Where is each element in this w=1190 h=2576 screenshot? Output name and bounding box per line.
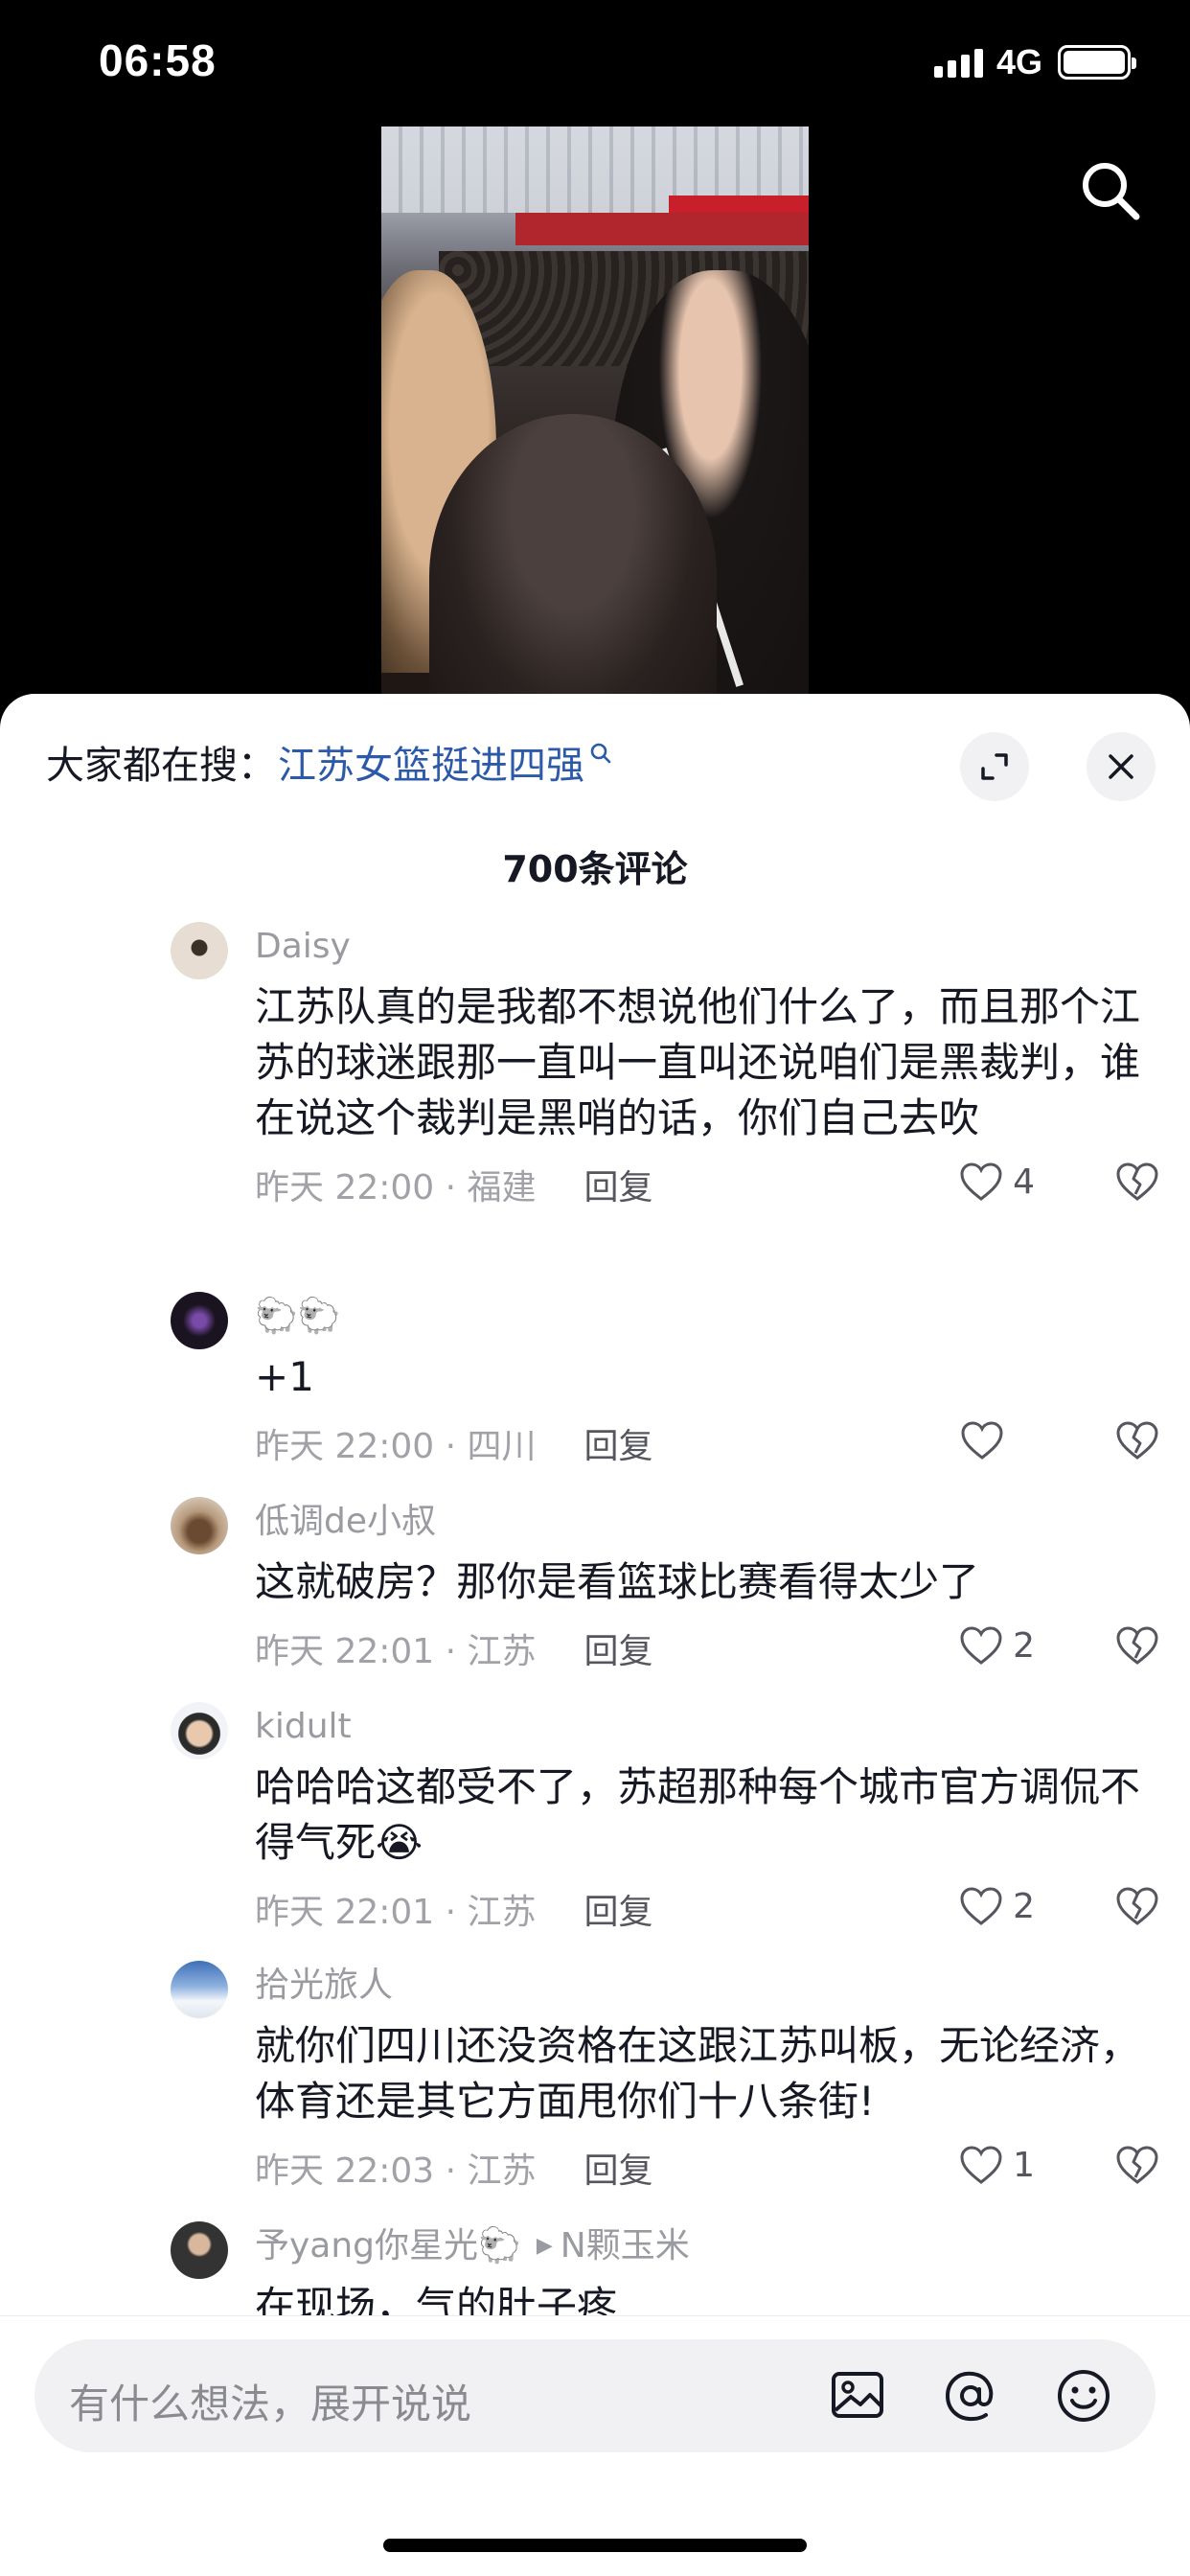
comment-meta: 昨天 22:00 · 四川 回复: [255, 1414, 1158, 1472]
comment-username[interactable]: 低调de小叔: [255, 1497, 1140, 1547]
avatar[interactable]: [171, 1702, 228, 1760]
reply-arrow-icon: ▶: [536, 2234, 553, 2258]
comment-meta: 昨天 22:01 · 江苏 回复 2: [255, 1880, 1158, 1938]
reply-target[interactable]: N颗玉米: [561, 2221, 690, 2271]
heart-icon: [959, 1886, 1003, 1926]
comment-time-location: 昨天 22:00 · 福建: [255, 1168, 537, 1208]
broken-heart-icon[interactable]: [1115, 1625, 1159, 1666]
battery-icon: [1058, 45, 1136, 80]
heart-icon: [960, 1420, 1004, 1460]
comment-meta: 昨天 22:03 · 江苏 回复 1: [255, 2139, 1158, 2196]
like-count: 4: [1013, 1162, 1035, 1202]
comment-username[interactable]: 予yang你星光🐑 ▶ N颗玉米: [255, 2221, 1140, 2271]
broken-heart-icon[interactable]: [1115, 1886, 1159, 1926]
like-count: 2: [1013, 1886, 1035, 1926]
broken-heart-icon[interactable]: [1115, 1420, 1159, 1460]
comment-sheet: 大家都在搜： 江苏女篮挺进四强 700条评论 Daisy 江苏队真的是我都不想说…: [0, 694, 1190, 2576]
comment-username[interactable]: Daisy: [255, 922, 1140, 972]
comment-meta: 昨天 22:00 · 福建 回复 4: [255, 1156, 1158, 1213]
hot-search-term[interactable]: 江苏女篮挺进四强: [278, 734, 584, 790]
like-button[interactable]: 2: [959, 1886, 1035, 1926]
comment-input-bar: 有什么想法，展开说说: [0, 2315, 1190, 2576]
comment-username[interactable]: 🐑🐑: [255, 1292, 1140, 1342]
expand-button[interactable]: [960, 732, 1029, 801]
broken-heart-icon[interactable]: [1115, 1162, 1159, 1202]
close-icon: [1104, 749, 1138, 784]
broken-heart-icon[interactable]: [1115, 2145, 1159, 2185]
comment-text: 这就破房？那你是看篮球比赛看得太少了: [255, 1558, 980, 1605]
reply-button[interactable]: 回复: [584, 1160, 653, 1209]
emoji-icon[interactable]: [1054, 2366, 1113, 2426]
hot-search-icon: [588, 741, 613, 766]
reply-author[interactable]: 予yang你星光🐑: [255, 2221, 521, 2271]
heart-icon: [959, 2145, 1003, 2185]
close-button[interactable]: [1087, 732, 1156, 801]
reply-button[interactable]: 回复: [584, 1418, 653, 1468]
comment-time-location: 昨天 22:03 · 江苏: [255, 2151, 537, 2191]
home-indicator[interactable]: [383, 2539, 807, 2552]
avatar[interactable]: [171, 1292, 228, 1349]
like-button[interactable]: [960, 1420, 1035, 1460]
signal-icon: [933, 47, 983, 78]
network-label: 4G: [995, 42, 1042, 81]
comment-input[interactable]: 有什么想法，展开说说: [34, 2339, 1156, 2452]
reply-button[interactable]: 回复: [584, 1884, 653, 1934]
reply-button[interactable]: 回复: [584, 1623, 653, 1673]
like-button[interactable]: 4: [959, 1162, 1035, 1202]
like-button[interactable]: 2: [959, 1625, 1035, 1666]
hot-search-prefix: 大家都在搜：: [46, 744, 276, 788]
mention-icon[interactable]: [941, 2366, 1000, 2426]
comment-text: 江苏队真的是我都不想说他们什么了，而且那个江苏的球迷跟那一直叫一直叫还说咱们是黑…: [255, 983, 1141, 1141]
like-count: 1: [1013, 2145, 1035, 2185]
comment-text: 哈哈哈这都受不了，苏超那种每个城市官方调侃不得气死😭: [255, 1763, 1141, 1866]
comment-time-location: 昨天 22:01 · 江苏: [255, 1893, 537, 1932]
avatar[interactable]: [171, 2221, 228, 2279]
comment-time-location: 昨天 22:00 · 四川: [255, 1427, 537, 1466]
comment-username[interactable]: kidult: [255, 1702, 1140, 1752]
status-indicators: 4G: [933, 42, 1136, 82]
expand-icon: [977, 749, 1012, 784]
avatar[interactable]: [171, 1497, 228, 1554]
comment-count: 700条评论: [502, 848, 688, 890]
status-time: 06:58: [99, 35, 217, 85]
comment-meta: 昨天 22:01 · 江苏 回复 2: [255, 1620, 1158, 1677]
hot-search-bar[interactable]: 大家都在搜： 江苏女篮挺进四强: [46, 734, 613, 790]
like-count: 2: [1013, 1625, 1035, 1666]
comment-text: +1: [255, 1353, 314, 1400]
avatar[interactable]: [171, 1961, 228, 2018]
comment-time-location: 昨天 22:01 · 江苏: [255, 1632, 537, 1671]
search-icon[interactable]: [1077, 157, 1144, 224]
status-bar: 06:58 4G: [0, 0, 1190, 126]
heart-icon: [959, 1625, 1003, 1666]
comment-username[interactable]: 拾光旅人: [255, 1961, 1140, 2011]
avatar[interactable]: [171, 922, 228, 979]
comment-input-placeholder: 有什么想法，展开说说: [69, 2380, 472, 2427]
reply-button[interactable]: 回复: [584, 2143, 653, 2193]
image-icon[interactable]: [828, 2366, 887, 2426]
comment-text: 就你们四川还没资格在这跟江苏叫板，无论经济，体育还是其它方面甩你们十八条街!: [255, 2022, 1141, 2125]
video-player[interactable]: [381, 126, 809, 702]
heart-icon: [959, 1162, 1003, 1202]
like-button[interactable]: 1: [959, 2145, 1035, 2185]
